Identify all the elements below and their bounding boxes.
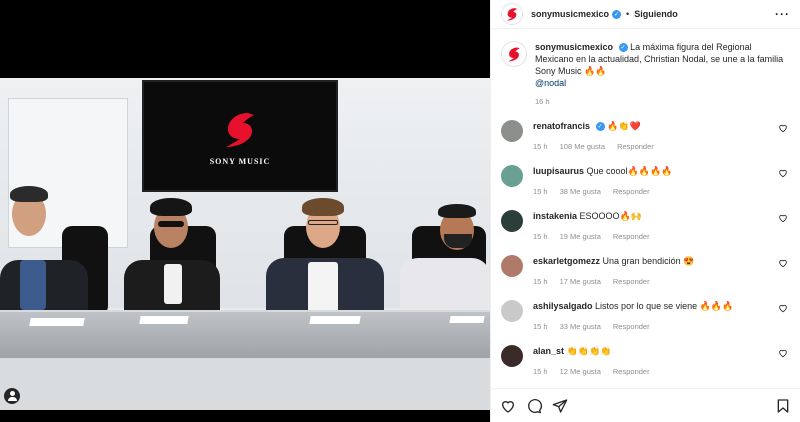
more-icon[interactable]: ···: [775, 7, 790, 21]
comment-text: 👏👏👏👏: [566, 346, 612, 356]
comment-avatar[interactable]: [501, 300, 523, 322]
comment-avatar[interactable]: [501, 120, 523, 142]
comment-item: ashilysalgado Listos por lo que se viene…: [501, 300, 790, 331]
comment-item: alan_st 👏👏👏👏 15 h 12 Me gusta Responder: [501, 345, 790, 376]
post-header: sonymusicmexico ✓ • Siguiendo ···: [491, 0, 800, 29]
sony-music-logo-icon: [508, 47, 520, 62]
comment-avatar[interactable]: [501, 255, 523, 277]
comment-avatar[interactable]: [501, 210, 523, 232]
heart-icon[interactable]: [500, 398, 516, 414]
caption-emoji: 🔥🔥: [584, 66, 607, 76]
comment-like-count[interactable]: 38 Me gusta: [560, 187, 601, 196]
comment-reply-button[interactable]: Responder: [617, 142, 654, 151]
comment-timestamp[interactable]: 15 h: [533, 277, 548, 286]
comment-timestamp[interactable]: 15 h: [533, 142, 548, 151]
heart-icon[interactable]: [778, 303, 788, 313]
comment-reply-button[interactable]: Responder: [613, 322, 650, 331]
verified-badge-icon: ✓: [618, 43, 628, 53]
post-actions-bar: [491, 388, 800, 422]
comment-like-count[interactable]: 17 Me gusta: [560, 277, 601, 286]
comment-username[interactable]: alan_st: [533, 346, 564, 356]
account-username[interactable]: sonymusicmexico: [531, 9, 609, 19]
comment-like-count[interactable]: 19 Me gusta: [560, 232, 601, 241]
comment-text: Una gran bendición 😍: [602, 256, 695, 266]
follow-status-button[interactable]: Siguiendo: [634, 9, 678, 19]
post-timestamp[interactable]: 16 h: [535, 97, 790, 106]
post-media[interactable]: SONY MUSIC: [0, 0, 490, 422]
comment-reply-button[interactable]: Responder: [613, 367, 650, 376]
comment-username[interactable]: ashilysalgado: [533, 301, 593, 311]
instagram-post-view: SONY MUSIC sonymusicmexico ✓ • Siguiendo…: [0, 0, 800, 422]
comment-item: renatofrancis ✓ 🔥👏❤️ 15 h 108 Me gusta R…: [501, 120, 790, 151]
heart-icon[interactable]: [778, 168, 788, 178]
comment-text: Que coool🔥🔥🔥🔥: [586, 166, 673, 176]
heart-icon[interactable]: [778, 258, 788, 268]
comment-item: instakenia ESOOOO🔥🙌 15 h 19 Me gusta Res…: [501, 210, 790, 241]
caption-mention-link[interactable]: @nodal: [535, 78, 566, 88]
comment-avatar[interactable]: [501, 345, 523, 367]
heart-icon[interactable]: [778, 348, 788, 358]
comment-username[interactable]: luupisaurus: [533, 166, 584, 176]
comment-timestamp[interactable]: 15 h: [533, 367, 548, 376]
tv-screen: SONY MUSIC: [142, 80, 338, 192]
comment-reply-button[interactable]: Responder: [613, 232, 650, 241]
comment-like-count[interactable]: 33 Me gusta: [560, 322, 601, 331]
comment-item: luupisaurus Que coool🔥🔥🔥🔥 15 h 38 Me gus…: [501, 165, 790, 196]
share-icon[interactable]: [552, 398, 568, 414]
comment-avatar[interactable]: [501, 165, 523, 187]
post-caption: sonymusicmexico ✓ La máxima figura del R…: [501, 41, 790, 89]
comment-text: ESOOOO🔥🙌: [579, 211, 642, 221]
comment-username[interactable]: renatofrancis: [533, 121, 590, 131]
verified-badge-icon: ✓: [595, 122, 605, 132]
bookmark-icon[interactable]: [775, 398, 791, 414]
tv-brand-text: SONY MUSIC: [209, 156, 271, 166]
heart-icon[interactable]: [778, 123, 788, 133]
comment-reply-button[interactable]: Responder: [613, 277, 650, 286]
sony-music-logo-icon: [506, 8, 518, 21]
caption-username[interactable]: sonymusicmexico: [535, 42, 613, 52]
comment-text: 🔥👏❤️: [607, 121, 641, 131]
post-photo: SONY MUSIC: [0, 78, 490, 410]
separator-dot: •: [626, 9, 630, 19]
account-avatar[interactable]: [501, 3, 523, 25]
comment-text: Listos por lo que se viene 🔥🔥🔥: [595, 301, 734, 311]
sony-music-logo: [226, 112, 254, 147]
tagged-users-icon[interactable]: [4, 388, 20, 404]
comment-item: eskarletgomezz Una gran bendición 😍 15 h…: [501, 255, 790, 286]
comment-timestamp[interactable]: 15 h: [533, 187, 548, 196]
caption-avatar[interactable]: [501, 41, 527, 67]
comment-reply-button[interactable]: Responder: [613, 187, 650, 196]
comment-timestamp[interactable]: 15 h: [533, 322, 548, 331]
comment-like-count[interactable]: 108 Me gusta: [560, 142, 605, 151]
post-side-panel: sonymusicmexico ✓ • Siguiendo ··· sonymu…: [490, 0, 800, 422]
heart-icon[interactable]: [778, 213, 788, 223]
comments-list: renatofrancis ✓ 🔥👏❤️ 15 h 108 Me gusta R…: [501, 120, 790, 376]
comments-scroll-area[interactable]: sonymusicmexico ✓ La máxima figura del R…: [491, 29, 800, 388]
comment-like-count[interactable]: 12 Me gusta: [560, 367, 601, 376]
comment-username[interactable]: instakenia: [533, 211, 577, 221]
comment-icon[interactable]: [526, 398, 542, 414]
comment-username[interactable]: eskarletgomezz: [533, 256, 600, 266]
verified-badge-icon: ✓: [612, 9, 622, 19]
comment-timestamp[interactable]: 15 h: [533, 232, 548, 241]
